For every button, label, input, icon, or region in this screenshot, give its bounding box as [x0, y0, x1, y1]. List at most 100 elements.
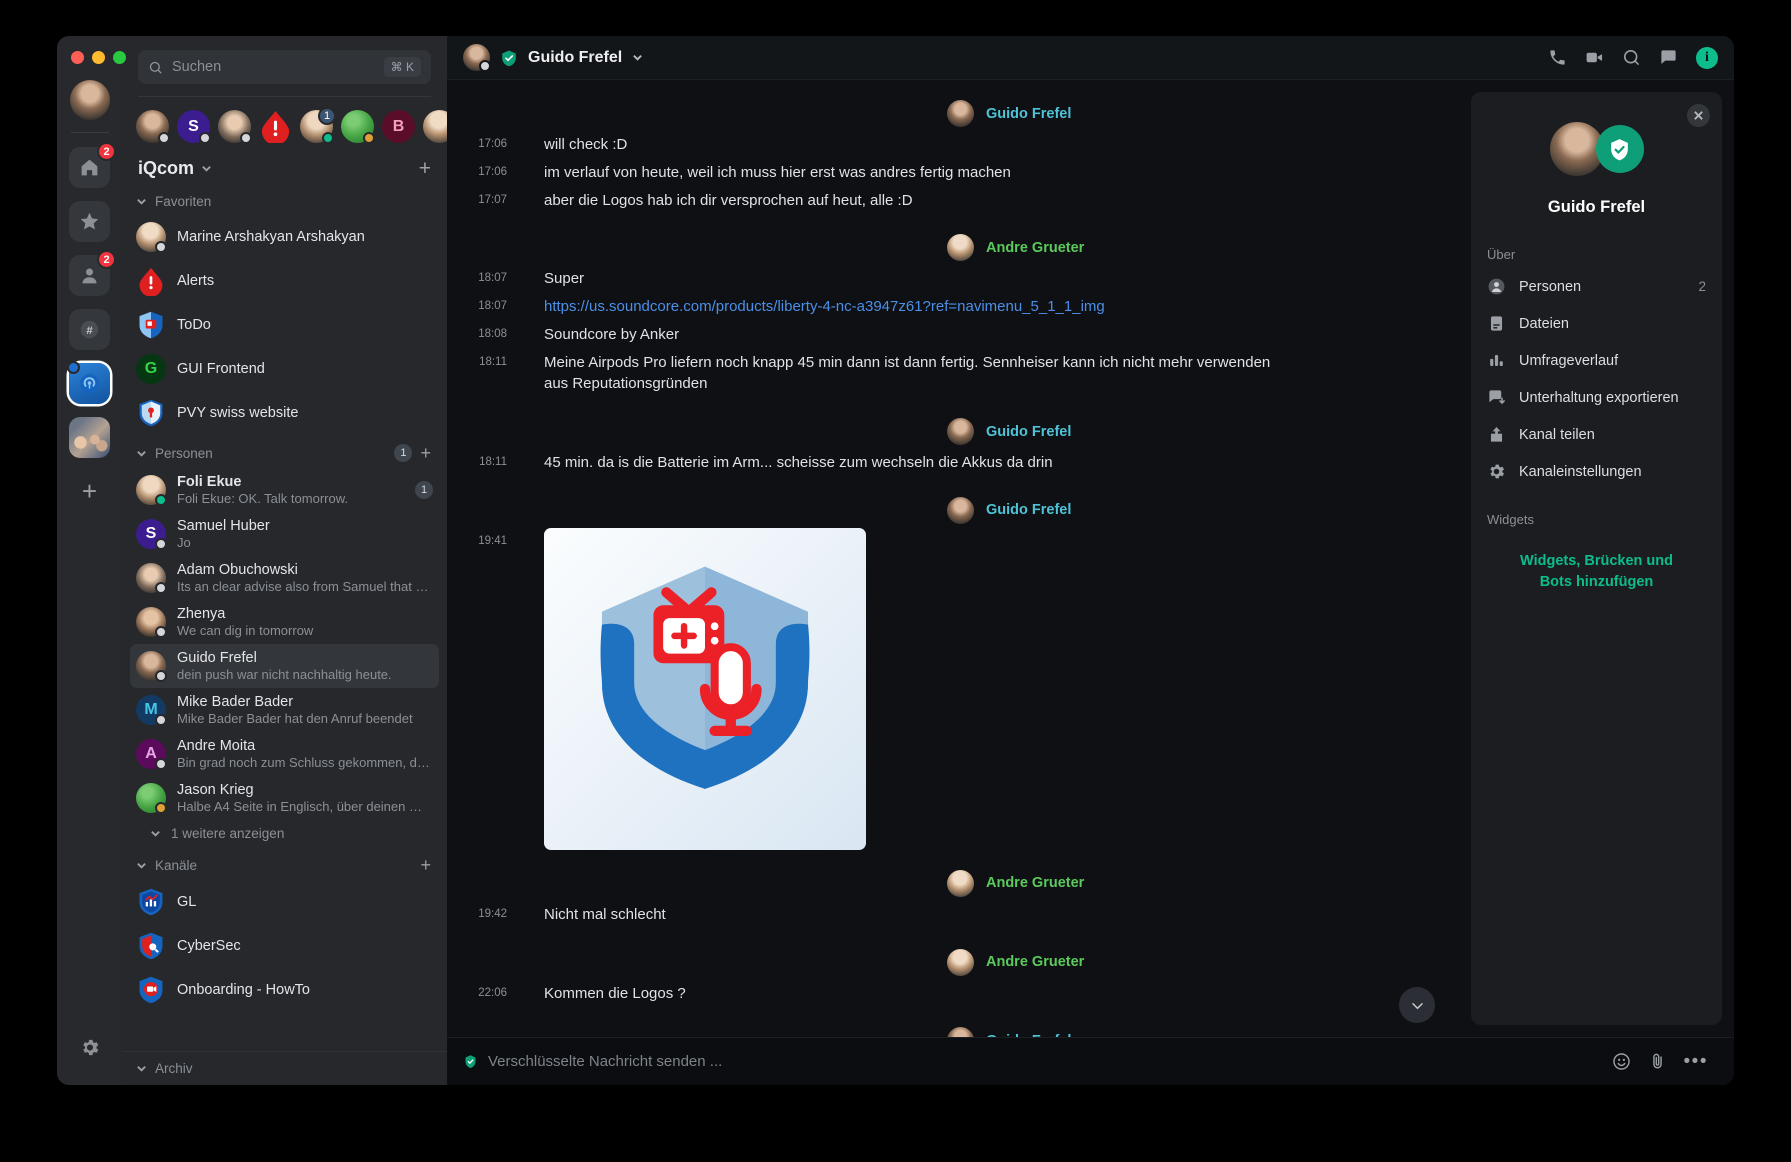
room-info-button[interactable]: i [1696, 46, 1718, 69]
search-input[interactable]: Suchen ⌘ K [138, 50, 431, 84]
add-channel-button[interactable]: + [420, 856, 431, 874]
message-sender-row: Guido Frefel [447, 92, 1441, 131]
message-preview: Halbe A4 Seite in Englisch, über deinen … [177, 799, 433, 814]
panel-item-kanaleinstellungen[interactable]: Kanaleinstellungen [1471, 453, 1722, 490]
sidebar-item-marine[interactable]: Marine Arshakyan Arshakyan [122, 215, 447, 259]
list-item-selected-guido-frefel[interactable]: Guido Frefel dein push war nicht nachhal… [130, 644, 439, 688]
avatar-chip[interactable] [423, 110, 447, 143]
sidebar-item-alerts[interactable]: Alerts [122, 259, 447, 303]
main-panel: Guido Frefel i Guido Frefel 17:06 will c… [447, 36, 1734, 1085]
list-item[interactable]: Jason Krieg Halbe A4 Seite in Englisch, … [122, 776, 447, 820]
avatar[interactable] [947, 1027, 974, 1037]
more-options-icon[interactable]: ••• [1684, 1052, 1708, 1070]
sidebar-item-cybersec[interactable]: CyberSec [122, 924, 447, 968]
rail-item-space-photo[interactable] [69, 417, 110, 458]
close-panel-button[interactable] [1687, 104, 1710, 127]
avatar-chip[interactable]: B [382, 110, 415, 143]
window-minimize-button[interactable] [92, 51, 105, 64]
list-item[interactable]: Foli Ekue Foli Ekue: OK. Talk tomorrow. … [122, 468, 447, 512]
list-item[interactable]: S Samuel Huber Jo [122, 512, 447, 556]
chevron-down-icon [151, 831, 160, 837]
contact-name: Zhenya [177, 606, 226, 622]
avatar[interactable] [947, 100, 974, 127]
avatar-chip[interactable]: 1 [300, 107, 336, 144]
message-composer[interactable]: Verschlüsselte Nachricht senden ... ••• [447, 1037, 1734, 1085]
avatar[interactable] [947, 869, 974, 897]
section-header-archiv[interactable]: Archiv [122, 1051, 447, 1085]
chat-avatar[interactable] [463, 44, 491, 72]
sidebar-room-list[interactable]: Favoriten Marine Arshakyan Arshakyan Ale… [122, 185, 447, 1085]
avatar[interactable] [947, 234, 974, 262]
rail-item-people[interactable]: 2 [69, 250, 116, 296]
archiv-label: Archiv [155, 1061, 193, 1076]
panel-item-dateien[interactable]: Dateien [1471, 305, 1722, 342]
widgets-label: Widgets [1487, 512, 1534, 527]
search-container: Suchen ⌘ K [122, 36, 447, 84]
paperclip-icon[interactable] [1648, 1052, 1667, 1071]
list-item[interactable]: M Mike Bader Bader Mike Bader Bader hat … [122, 688, 447, 732]
rail-item-rooms[interactable]: # [69, 309, 110, 350]
contact-name: Guido Frefel [177, 650, 257, 666]
rail-item-home[interactable]: 2 [69, 142, 116, 188]
app-window: 2 2 # + Suchen ⌘ K S 1 B iQcom + Favorit… [57, 36, 1734, 1085]
room-search-button[interactable] [1622, 48, 1641, 67]
avatar-chip[interactable] [218, 110, 252, 144]
window-zoom-button[interactable] [113, 51, 126, 64]
sidebar-item-pvy-swiss-website[interactable]: PVY swiss website [122, 391, 447, 435]
avatar-chip[interactable]: S [177, 110, 211, 144]
close-icon [1694, 111, 1703, 120]
avatar[interactable] [947, 418, 974, 445]
rail-item-add-space[interactable]: + [69, 471, 110, 512]
avatar-chip[interactable] [341, 110, 375, 144]
rail-item-favourites[interactable] [69, 201, 110, 242]
rail-item-space-iqcom[interactable] [67, 361, 110, 404]
panel-item-unterhaltung-exportieren[interactable]: Unterhaltung exportieren [1471, 379, 1722, 416]
avatar [136, 607, 167, 638]
avatar: G [136, 354, 166, 384]
search-shortcut: ⌘ K [383, 57, 421, 77]
message-link[interactable]: https://us.soundcore.com/products/libert… [507, 296, 1105, 318]
shield-gl-icon [139, 888, 163, 916]
panel-item-umfrageverlauf[interactable]: Umfrageverlauf [1471, 342, 1722, 379]
shield-pvy-icon [139, 399, 163, 427]
alert-icon [139, 267, 163, 296]
panel-item-kanal-teilen[interactable]: Kanal teilen [1471, 416, 1722, 453]
chevron-down-icon [137, 1066, 146, 1072]
window-close-button[interactable] [71, 51, 84, 64]
add-widgets-link[interactable]: Widgets, Brücken und Bots hinzufügen [1471, 533, 1722, 611]
voice-call-button[interactable] [1548, 48, 1567, 67]
message-line: 18:08 Soundcore by Anker [447, 321, 1441, 349]
sidebar-item-gui-frontend[interactable]: G GUI Frontend [122, 347, 447, 391]
list-item[interactable]: Zhenya We can dig in tomorrow [122, 600, 447, 644]
section-header-favoriten[interactable]: Favoriten [122, 185, 447, 215]
section-header-kanaele[interactable]: Kanäle + [122, 847, 447, 880]
message-image-shield-tv-microphone[interactable] [544, 527, 866, 850]
rail-settings-button[interactable] [79, 1037, 100, 1063]
emoji-icon[interactable] [1612, 1052, 1631, 1071]
avatar[interactable] [947, 496, 974, 524]
list-item[interactable]: A Andre Moita Bin grad noch zum Schluss … [122, 732, 447, 776]
video-call-button[interactable] [1585, 48, 1604, 67]
add-person-button[interactable]: + [420, 444, 431, 462]
chevron-down-icon [202, 166, 211, 172]
panel-item-personen[interactable]: Personen 2 [1471, 268, 1722, 305]
scroll-to-bottom-button[interactable] [1399, 987, 1435, 1023]
sidebar-item-onboarding-howto[interactable]: Onboarding - HowTo [122, 968, 447, 1012]
sidebar-item-todo[interactable]: ToDo [122, 303, 447, 347]
sidebar-item-gl[interactable]: GL [122, 880, 447, 924]
show-more-button[interactable]: 1 weitere anzeigen [122, 820, 447, 847]
space-name-button[interactable]: iQcom [138, 158, 212, 179]
section-header-personen[interactable]: Personen 1 + [122, 435, 447, 468]
composer-actions: ••• [1612, 1052, 1708, 1071]
threads-button[interactable] [1659, 48, 1678, 67]
add-room-button[interactable]: + [419, 158, 431, 179]
avatar-chip-alerts[interactable] [259, 110, 292, 145]
sender-name: Guido Frefel [986, 105, 1072, 122]
avatar[interactable] [947, 948, 974, 976]
message-timeline[interactable]: Guido Frefel 17:06 will check :D 17:06 i… [447, 80, 1471, 1037]
avatar-chip[interactable] [136, 110, 170, 144]
list-item[interactable]: Adam Obuchowski Its an clear advise also… [122, 556, 447, 600]
search-placeholder: Suchen [172, 59, 222, 75]
rail-user-avatar[interactable] [69, 80, 110, 120]
avatar [136, 222, 167, 253]
